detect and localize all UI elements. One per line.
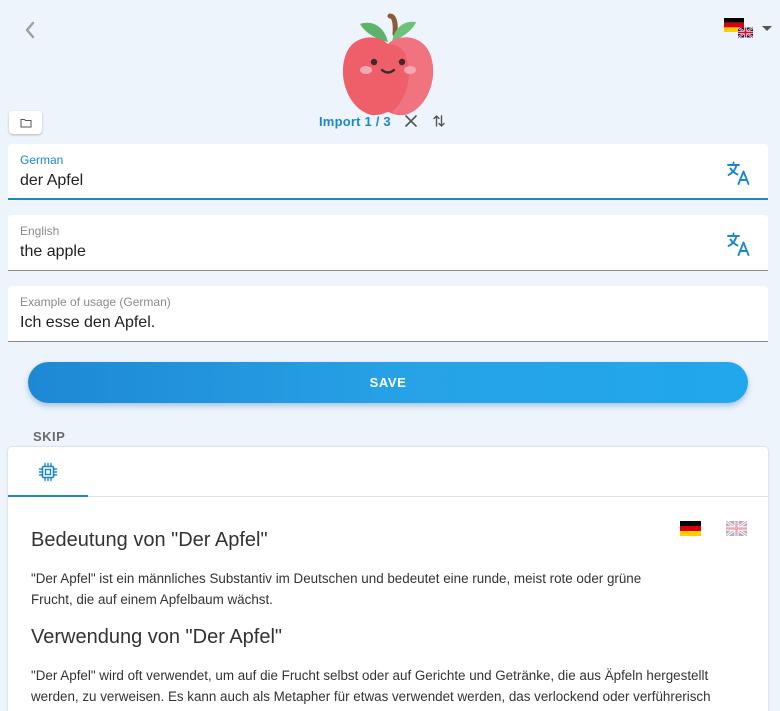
import-toolbar: Import 1 / 3 — [319, 112, 447, 130]
translate-icon[interactable] — [726, 160, 752, 186]
example-usage-field[interactable]: Example of usage (German) Ich esse den A… — [8, 286, 768, 342]
german-field[interactable]: German der Apfel — [8, 144, 768, 200]
explanation-card: Bedeutung von "Der Apfel" "Der Apfel" is… — [8, 447, 768, 711]
apple-mascot-icon — [342, 13, 434, 116]
english-field[interactable]: English the apple — [8, 215, 768, 271]
german-field-label: German — [20, 153, 64, 167]
uk-flag-icon — [738, 27, 753, 38]
usage-heading: Verwendung von "Der Apfel" — [31, 626, 283, 648]
meaning-heading: Bedeutung von "Der Apfel" — [31, 529, 268, 551]
folder-icon — [20, 118, 31, 127]
skip-button[interactable]: SKIP — [33, 429, 65, 444]
folder-button[interactable] — [9, 111, 42, 134]
close-icon — [404, 115, 417, 127]
swap-languages-button[interactable] — [431, 113, 447, 129]
english-field-label: English — [20, 224, 60, 238]
dropdown-caret-icon — [762, 26, 772, 31]
import-progress-label: Import 1 / 3 — [319, 113, 391, 129]
chevron-left-icon — [25, 21, 35, 39]
uk-flag-icon[interactable] — [726, 521, 747, 536]
usage-text: "Der Apfel" wird oft verwendet, um auf d… — [31, 668, 711, 704]
example-usage-label: Example of usage (German) — [20, 295, 171, 309]
translate-icon[interactable] — [726, 231, 752, 257]
language-switch[interactable] — [722, 14, 774, 44]
example-usage-value[interactable]: Ich esse den Apfel. — [20, 314, 155, 332]
swap-vertical-icon — [433, 115, 445, 127]
chip-icon — [38, 462, 58, 482]
active-tab-indicator — [8, 495, 88, 497]
tab-ai-explanation[interactable] — [8, 447, 88, 497]
english-field-value[interactable]: the apple — [20, 243, 86, 261]
card-tab-bar — [8, 447, 768, 497]
close-button[interactable] — [403, 113, 419, 129]
german-flag-icon[interactable] — [680, 521, 701, 536]
meaning-text: "Der Apfel" ist ein männliches Substanti… — [31, 571, 642, 607]
back-button[interactable] — [18, 18, 42, 42]
german-field-value[interactable]: der Apfel — [20, 172, 83, 190]
save-button[interactable]: SAVE — [28, 362, 748, 403]
